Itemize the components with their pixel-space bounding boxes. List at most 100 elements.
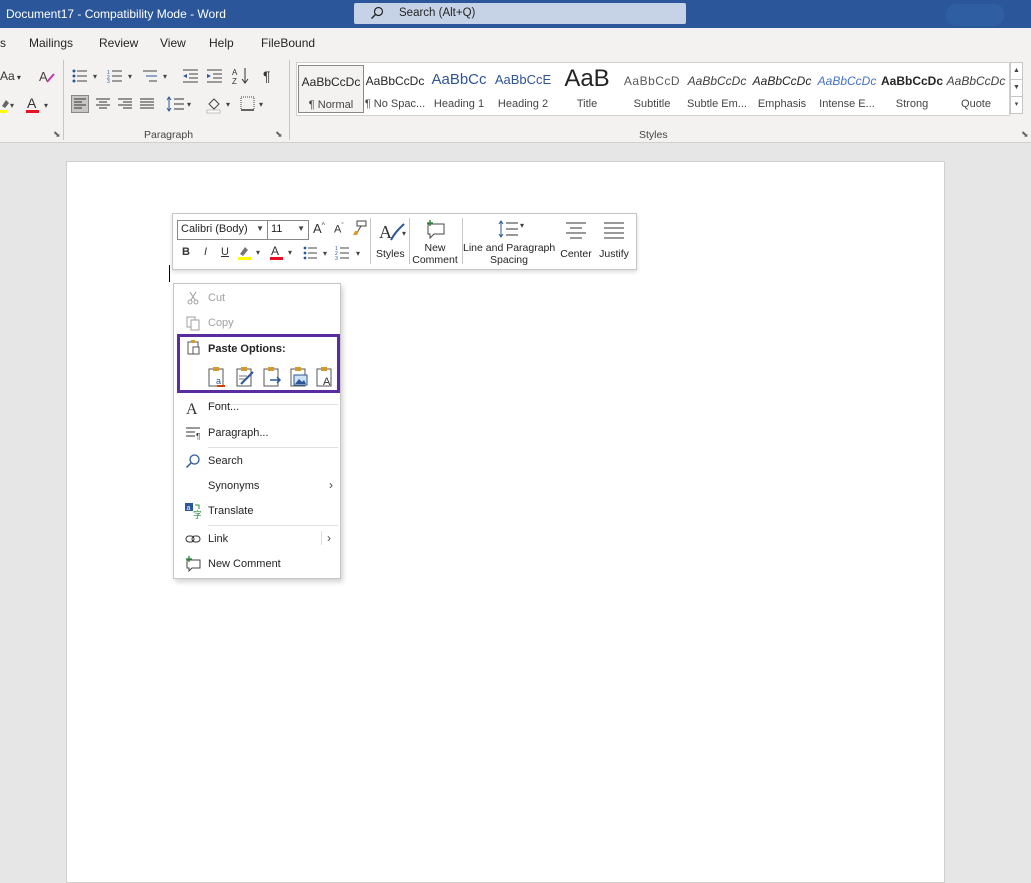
menu-item-label: Copy (208, 317, 234, 329)
underline-button[interactable]: U (221, 246, 229, 258)
highlight-color-icon[interactable]: ▾ (0, 96, 20, 114)
styles-dialog-launcher-icon[interactable]: ⬊ (1021, 129, 1029, 140)
document-title: Document17 - Compatibility Mode - Word (6, 7, 226, 21)
menu-item-link[interactable]: Link › (174, 527, 340, 551)
paste-merge-formatting-button[interactable] (235, 366, 255, 388)
style-subtle-emphasis[interactable]: AaBbCcDc Subtle Em... (685, 65, 749, 111)
style-name: Heading 1 (433, 98, 485, 110)
bullets-icon[interactable]: ▾ (303, 245, 331, 261)
styles-button-label[interactable]: Styles (376, 248, 405, 260)
svg-text:▾: ▾ (256, 248, 260, 257)
svg-text:▾: ▾ (226, 100, 230, 109)
clear-formatting-icon[interactable]: A (38, 68, 56, 84)
svg-text:▾: ▾ (44, 101, 48, 110)
new-comment-icon[interactable] (425, 219, 447, 239)
paste-keep-text-only-button[interactable]: A (315, 366, 335, 388)
menu-separator (208, 525, 338, 526)
account-area[interactable] (946, 4, 1004, 26)
style-name: Emphasis (757, 98, 807, 110)
multilevel-list-icon[interactable]: ▾ (143, 69, 173, 83)
style-intense-emphasis[interactable]: AaBbCcDc Intense E... (815, 65, 879, 111)
style-quote[interactable]: AaBbCcDc Quote (944, 65, 1008, 111)
menu-item-new-comment[interactable]: New Comment (174, 552, 340, 576)
font-color-icon[interactable]: A ▾ (269, 244, 297, 262)
center-icon[interactable] (565, 221, 587, 239)
shrink-font-icon[interactable]: Aˇ (334, 223, 344, 236)
tab-truncated[interactable]: s (0, 36, 6, 50)
paragraph-group-label: Paragraph (144, 129, 194, 141)
menu-item-font[interactable]: A Font... (174, 395, 340, 419)
tab-view[interactable]: View (160, 36, 186, 50)
gallery-scroll-down-icon[interactable]: ▼ (1010, 79, 1023, 97)
numbering-icon[interactable]: 123▾ (335, 245, 365, 261)
bullets-icon[interactable]: ▾ (72, 69, 102, 83)
line-spacing-label-line2[interactable]: Spacing (463, 254, 555, 266)
font-name-combo[interactable]: Calibri (Body) ▼ (177, 220, 268, 240)
style-strong[interactable]: AaBbCcDc Strong (880, 65, 944, 111)
menu-item-copy[interactable]: Copy (174, 311, 340, 335)
show-formatting-marks-icon[interactable]: ¶ (263, 68, 271, 84)
font-dialog-launcher-icon[interactable]: ⬊ (53, 129, 61, 140)
paragraph-icon: ¶ (186, 427, 200, 441)
tab-help[interactable]: Help (209, 36, 234, 50)
tab-review[interactable]: Review (99, 36, 138, 50)
menu-item-cut[interactable]: Cut (174, 286, 340, 310)
paste-keep-source-formatting-button[interactable]: a (207, 366, 227, 388)
new-comment-label-line2[interactable]: Comment (411, 254, 459, 266)
menu-item-synonyms[interactable]: Synonyms › (174, 474, 340, 498)
new-comment-label-line1[interactable]: New (413, 242, 457, 254)
paste-picture-link-button[interactable] (262, 366, 282, 388)
shading-icon[interactable]: ▾ (206, 96, 236, 114)
sort-icon[interactable]: AZ (232, 67, 250, 85)
chevron-right-icon[interactable]: › (321, 531, 331, 545)
search-box[interactable]: Search (Alt+Q) (354, 3, 686, 24)
style-normal[interactable]: AaBbCcDc ¶ Normal (298, 65, 364, 113)
font-size-combo[interactable]: 11 ▼ (267, 220, 309, 240)
change-case-button[interactable]: Aa ▾ (0, 69, 21, 83)
styles-icon[interactable]: A ▾ (378, 220, 408, 242)
line-spacing-label-line1[interactable]: Line and Paragraph (463, 242, 555, 254)
borders-icon[interactable]: ▾ (240, 96, 268, 112)
style-heading-1[interactable]: AaBbCc Heading 1 (427, 65, 491, 111)
menu-item-search[interactable]: Search (174, 449, 340, 473)
grow-font-icon[interactable]: A^ (313, 221, 325, 236)
change-case-label: Aa (0, 69, 15, 83)
paste-as-picture-button[interactable] (289, 366, 309, 388)
style-no-spacing[interactable]: AaBbCcDc ¶ No Spac... (363, 65, 427, 111)
svg-text:a: a (187, 505, 191, 512)
numbering-icon[interactable]: 123▾ (107, 69, 137, 83)
menu-item-paragraph[interactable]: ¶ Paragraph... (174, 421, 340, 445)
increase-indent-icon[interactable] (207, 69, 223, 83)
style-title[interactable]: AaB Title (555, 65, 619, 111)
format-painter-icon[interactable] (351, 220, 367, 236)
justify-icon[interactable] (139, 96, 155, 112)
decrease-indent-icon[interactable] (183, 69, 199, 83)
gallery-scroll-up-icon[interactable]: ▲ (1010, 62, 1023, 80)
text-highlight-icon[interactable]: ▾ (237, 244, 265, 262)
ribbon-tabs: s Mailings Review View Help FileBound (0, 28, 1031, 56)
center-button-label[interactable]: Center (559, 248, 593, 260)
align-center-icon[interactable] (95, 96, 111, 112)
tab-mailings[interactable]: Mailings (29, 36, 73, 50)
svg-text:A: A (186, 401, 198, 415)
align-right-icon[interactable] (117, 96, 133, 112)
svg-text:Z: Z (232, 77, 237, 85)
justify-icon[interactable] (603, 221, 625, 239)
font-color-icon[interactable]: A ▾ (25, 96, 53, 114)
style-subtitle[interactable]: AaBbCcD Subtitle (620, 65, 684, 111)
italic-button[interactable]: I (204, 246, 207, 258)
context-menu: Cut Copy A Font... ¶ Paragraph... Search… (173, 283, 341, 579)
menu-item-translate[interactable]: a字 Translate (174, 499, 340, 523)
line-spacing-icon[interactable]: ▾ (166, 96, 194, 112)
line-spacing-icon[interactable]: ▾ (498, 219, 528, 239)
gallery-more-icon[interactable]: ▾ (1010, 96, 1023, 114)
style-name: Heading 2 (497, 98, 549, 110)
justify-button-label[interactable]: Justify (597, 248, 631, 260)
svg-text:3: 3 (107, 79, 110, 83)
style-emphasis[interactable]: AaBbCcDc Emphasis (750, 65, 814, 111)
style-heading-2[interactable]: AaBbCcE Heading 2 (491, 65, 555, 111)
paragraph-dialog-launcher-icon[interactable]: ⬊ (275, 129, 283, 140)
bold-button[interactable]: B (182, 246, 190, 258)
align-left-button[interactable] (71, 95, 89, 113)
tab-filebound[interactable]: FileBound (261, 36, 315, 50)
